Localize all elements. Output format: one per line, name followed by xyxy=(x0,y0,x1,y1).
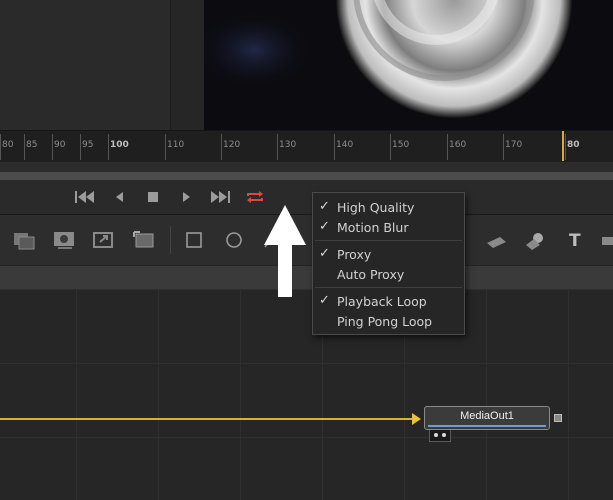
node-link[interactable] xyxy=(0,418,418,420)
timeline-tick-label: 130 xyxy=(279,140,297,150)
node-accent-bar xyxy=(428,425,546,427)
skip-to-start-button[interactable] xyxy=(74,188,96,206)
timeline-tick xyxy=(221,134,222,160)
timeline-tick-label: 80 xyxy=(2,140,14,150)
menu-item-playback-loop[interactable]: ✓ Playback Loop xyxy=(313,292,464,312)
transform-tool-icon[interactable] xyxy=(132,229,156,251)
timeline-tick xyxy=(0,134,1,160)
timeline-tick xyxy=(108,134,109,160)
timeline-strip xyxy=(0,162,613,172)
mediaout-node[interactable]: MediaOut1 xyxy=(424,406,550,430)
timeline-tick xyxy=(52,134,53,160)
stop-button[interactable] xyxy=(142,188,164,206)
shape3d-plane-icon[interactable] xyxy=(484,229,508,251)
menu-item-high-quality[interactable]: ✓ High Quality xyxy=(313,198,464,218)
timeline-tick xyxy=(503,134,504,160)
timeline-tick-label: 170 xyxy=(505,140,523,150)
checkmark-icon: ✓ xyxy=(319,199,330,214)
timeline-scrollbar[interactable] xyxy=(0,172,613,180)
viewer-divider[interactable] xyxy=(170,0,205,130)
timeline-tick xyxy=(447,134,448,160)
svg-text:T: T xyxy=(569,231,581,251)
menu-item-ping-pong-loop[interactable]: Ping Pong Loop xyxy=(313,312,464,332)
background-tool-icon[interactable] xyxy=(12,229,36,251)
menu-item-motion-blur[interactable]: ✓ Motion Blur xyxy=(313,218,464,238)
resize-tool-icon[interactable] xyxy=(92,229,116,251)
playback-options-menu: ✓ High Quality ✓ Motion Blur ✓ Proxy Aut… xyxy=(312,192,465,335)
menu-separator xyxy=(315,240,462,241)
timeline-tick xyxy=(165,134,166,160)
timeline-ruler[interactable]: 80 85 90 95 100 110 120 130 140 150 160 170 80 xyxy=(0,130,613,163)
ellipse-mask-icon[interactable] xyxy=(222,229,246,251)
timeline-tick-label: 110 xyxy=(167,140,185,150)
timeline-tick-label: 90 xyxy=(54,140,66,150)
skip-to-end-button[interactable] xyxy=(209,188,231,206)
node-output-port[interactable] xyxy=(554,414,562,422)
viewer-image-content xyxy=(204,0,572,118)
play-button[interactable] xyxy=(175,188,197,206)
checkmark-icon: ✓ xyxy=(319,246,330,261)
node-input-arrow-icon[interactable] xyxy=(412,413,421,425)
text3d-icon[interactable]: T xyxy=(564,229,588,251)
timeline-tick-label: 120 xyxy=(223,140,241,150)
timeline-tick xyxy=(390,134,391,160)
renderer3d-icon[interactable] xyxy=(600,229,613,251)
step-back-button[interactable] xyxy=(108,188,130,206)
timeline-tick xyxy=(24,134,25,160)
view-dot-icon xyxy=(442,433,446,437)
timeline-tick xyxy=(334,134,335,160)
shape3d-icon[interactable] xyxy=(524,229,548,251)
timeline-tick-label: 140 xyxy=(336,140,354,150)
toolbar-separator xyxy=(170,226,171,254)
timeline-tick-label: 100 xyxy=(110,140,129,150)
node-canvas[interactable] xyxy=(0,289,613,500)
node-view-indicator[interactable] xyxy=(429,430,451,442)
timeline-tick-label: 95 xyxy=(82,140,94,150)
menu-item-proxy[interactable]: ✓ Proxy xyxy=(313,245,464,265)
loader-tool-icon[interactable] xyxy=(52,229,76,251)
menu-item-auto-proxy[interactable]: Auto Proxy xyxy=(313,265,464,285)
timeline-tick-label: 85 xyxy=(26,140,38,150)
checkmark-icon: ✓ xyxy=(319,293,330,308)
rectangle-mask-icon[interactable] xyxy=(182,229,206,251)
timeline-tick-label: 150 xyxy=(392,140,410,150)
viewer-panel-left xyxy=(0,0,170,130)
timeline-tick xyxy=(565,134,566,160)
timeline-tick xyxy=(277,134,278,160)
playhead[interactable] xyxy=(562,131,564,161)
timeline-tick-label: 80 xyxy=(567,140,580,150)
annotation-arrow-icon xyxy=(264,205,306,297)
node-title: MediaOut1 xyxy=(460,410,514,422)
menu-separator xyxy=(315,287,462,288)
timeline-tick-label: 160 xyxy=(449,140,467,150)
checkmark-icon: ✓ xyxy=(319,219,330,234)
view-dot-icon xyxy=(434,433,438,437)
viewer-image xyxy=(204,0,613,130)
timeline-tick xyxy=(80,134,81,160)
